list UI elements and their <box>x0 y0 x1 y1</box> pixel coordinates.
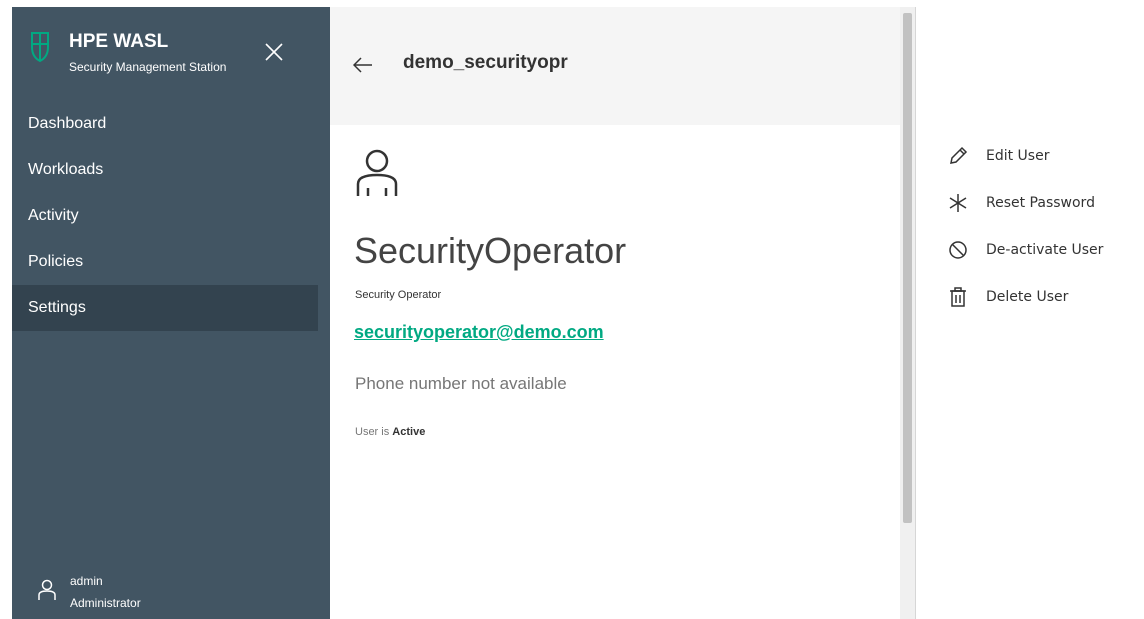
edit-user-label: Edit User <box>986 147 1050 164</box>
sidebar-nav: Dashboard Workloads Activity Policies Se… <box>12 101 318 331</box>
user-role-label: Security Operator <box>355 289 442 301</box>
block-icon <box>949 240 967 259</box>
sidebar: HPE WASL Security Management Station Das… <box>12 7 330 619</box>
asterisk-icon <box>949 193 967 212</box>
user-icon <box>356 149 398 196</box>
pencil-icon <box>950 146 968 164</box>
current-user-name: admin <box>70 574 103 588</box>
current-user-role: Administrator <box>70 596 141 610</box>
page-title: demo_securityopr <box>403 52 568 73</box>
user-actions: Edit User Reset Password De-activate Use… <box>948 132 1138 320</box>
brand-subtitle: Security Management Station <box>69 60 227 74</box>
reset-password-label: Reset Password <box>986 194 1095 211</box>
delete-user-label: Delete User <box>986 288 1069 305</box>
header-bar: demo_securityopr <box>330 7 900 125</box>
sidebar-item-dashboard[interactable]: Dashboard <box>12 101 318 147</box>
divider <box>915 7 916 619</box>
sidebar-item-policies[interactable]: Policies <box>12 239 318 285</box>
arrow-left-icon[interactable] <box>353 57 373 73</box>
scrollbar-thumb[interactable] <box>903 13 912 523</box>
brand-title: HPE WASL <box>69 31 169 52</box>
user-email-link[interactable]: securityoperator@demo.com <box>354 322 604 343</box>
trash-icon <box>950 286 966 307</box>
user-phone: Phone number not available <box>355 374 567 393</box>
delete-user-button[interactable]: Delete User <box>948 273 1138 320</box>
sidebar-item-activity[interactable]: Activity <box>12 193 318 239</box>
close-icon[interactable] <box>262 40 286 64</box>
user-status-prefix: User is <box>355 426 390 438</box>
sidebar-item-settings[interactable]: Settings <box>12 285 318 331</box>
user-display-name: SecurityOperator <box>354 230 627 271</box>
scrollbar[interactable] <box>900 7 915 619</box>
deactivate-user-label: De-activate User <box>986 241 1104 258</box>
edit-user-button[interactable]: Edit User <box>948 132 1138 179</box>
user-status: User is Active <box>355 426 425 438</box>
user-status-value: Active <box>392 426 426 438</box>
user-icon <box>38 579 56 600</box>
sidebar-item-workloads[interactable]: Workloads <box>12 147 318 193</box>
shield-icon <box>31 32 49 63</box>
reset-password-button[interactable]: Reset Password <box>948 179 1138 226</box>
deactivate-user-button[interactable]: De-activate User <box>948 226 1138 273</box>
